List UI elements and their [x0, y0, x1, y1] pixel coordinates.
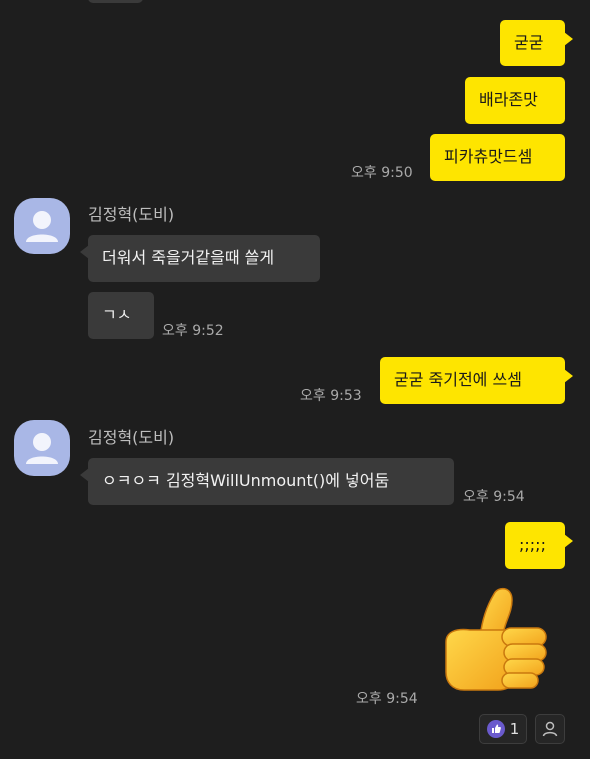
message-time: 오후 9:54 [356, 691, 418, 707]
avatar[interactable] [14, 420, 70, 476]
user-silhouette-icon [26, 433, 58, 464]
thumbs-up-emoji[interactable] [442, 582, 552, 694]
message-time: 오후 9:52 [162, 323, 224, 339]
outgoing-message[interactable]: 굳굳 죽기전에 쓰셈 [380, 357, 573, 404]
sender-name: 김정혁(도비) [88, 428, 175, 447]
outgoing-message[interactable]: ;;;;; [505, 522, 573, 569]
user-silhouette-icon [26, 211, 58, 242]
incoming-message[interactable]: ㄱㅅ [88, 292, 154, 339]
message-text: 굳굳 죽기전에 쓰셈 [394, 370, 522, 389]
message-text: ㅇㅋㅇㅋ 김정혁WillUnmount()에 넣어둠 [102, 471, 390, 490]
avatar[interactable] [14, 198, 70, 254]
message-time: 오후 9:53 [300, 388, 362, 404]
outgoing-message[interactable]: 피카츄맛드셈 [430, 134, 565, 181]
incoming-message[interactable]: ㅇㅋㅇㅋ 김정혁WillUnmount()에 넣어둠 [80, 458, 454, 505]
message-text: ㄱㅅ [102, 305, 132, 324]
outgoing-message[interactable]: 배라존맛 [465, 77, 565, 124]
message-text: 배라존맛 [479, 90, 538, 109]
incoming-message[interactable]: 더워서 죽을거같을때 쓸게 [80, 235, 320, 282]
outgoing-message[interactable]: 굳굳 [500, 20, 573, 66]
message-time: 오후 9:50 [351, 165, 413, 181]
message-text: 굳굳 [514, 33, 544, 52]
partial-bubble-top [88, 0, 143, 3]
add-reaction-button[interactable] [535, 714, 565, 744]
message-text: 더워서 죽을거같을때 쓸게 [102, 248, 275, 267]
like-icon [486, 720, 505, 738]
like-count: 1 [509, 720, 520, 738]
person-icon [542, 721, 558, 737]
like-reaction-button[interactable]: 1 [479, 714, 527, 744]
message-text: ;;;;; [519, 535, 546, 554]
sender-name: 김정혁(도비) [88, 205, 175, 224]
message-time: 오후 9:54 [463, 489, 525, 505]
message-text: 피카츄맛드셈 [444, 147, 533, 166]
